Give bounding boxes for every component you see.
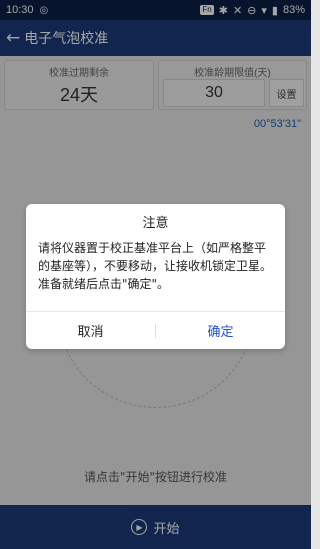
dialog-message: 请将仪器置于校正基准平台上（如严格整平的基座等），不要移动，让接收机锁定卫星。准… bbox=[38, 241, 273, 291]
notice-dialog: 注意 请将仪器置于校正基准平台上（如严格整平的基座等），不要移动，让接收机锁定卫… bbox=[26, 204, 285, 349]
dialog-actions: 取消 确定 bbox=[26, 311, 285, 349]
dialog-title: 注意 bbox=[142, 216, 169, 231]
cancel-button[interactable]: 取消 bbox=[26, 321, 155, 340]
confirm-button[interactable]: 确定 bbox=[156, 321, 285, 340]
